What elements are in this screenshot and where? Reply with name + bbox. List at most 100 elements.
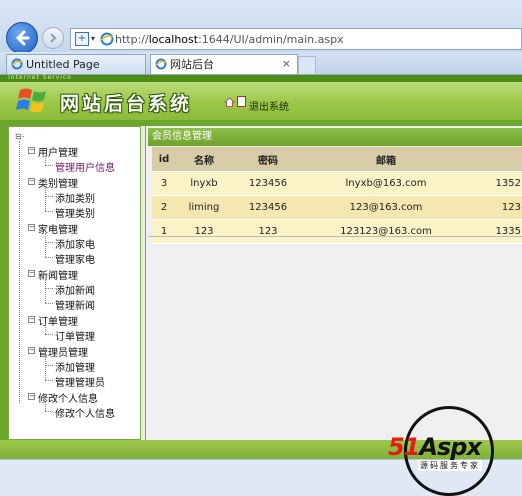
tree-line bbox=[45, 380, 53, 381]
column-header: 名称 bbox=[176, 147, 232, 172]
tree-line bbox=[45, 325, 46, 334]
tree-line bbox=[45, 356, 46, 380]
tree-item-edit-profile[interactable]: 修改个人信息 bbox=[55, 405, 115, 420]
cell-id: 2 bbox=[152, 195, 176, 220]
group-label: 新闻管理 bbox=[38, 271, 78, 282]
tree-item-manage-appliance[interactable]: 管理家电 bbox=[55, 251, 95, 266]
cell-password: 123 bbox=[232, 219, 304, 244]
column-header bbox=[468, 147, 522, 172]
forward-arrow-icon bbox=[50, 33, 57, 43]
watermark-brand-black: Aspx bbox=[419, 433, 482, 461]
ie-page-icon bbox=[11, 58, 23, 70]
tree-item-add-news[interactable]: 添加新闻 bbox=[55, 282, 95, 297]
tree-line bbox=[45, 402, 46, 411]
cell-name: 123 bbox=[176, 219, 232, 244]
group-label: 家电管理 bbox=[38, 225, 78, 236]
collapse-icon[interactable]: − bbox=[28, 224, 35, 231]
tab-label: Untitled Page bbox=[26, 58, 100, 71]
tab-label: 网站后台 bbox=[170, 58, 214, 71]
header-stripe bbox=[0, 75, 522, 82]
cell-phone: 1352 bbox=[468, 171, 522, 196]
tree-item-manage-category[interactable]: 管理类别 bbox=[55, 205, 95, 220]
cell-phone: 123 bbox=[468, 195, 522, 220]
exit-icon[interactable] bbox=[237, 96, 246, 107]
table-divider bbox=[148, 236, 522, 237]
site-title: 网站后台系统 bbox=[60, 93, 193, 115]
tree-line bbox=[45, 187, 46, 211]
table-row[interactable]: 3 lnyxb 123456 lnyxb@163.com 1352 bbox=[152, 171, 522, 196]
watermark-subtitle: 源码服务专家 bbox=[418, 460, 482, 471]
tree-line bbox=[45, 211, 53, 212]
cell-id: 1 bbox=[152, 219, 176, 244]
tree-line bbox=[19, 141, 20, 403]
group-label: 修改个人信息 bbox=[38, 394, 98, 405]
collapse-icon[interactable]: − bbox=[28, 316, 35, 323]
collapse-icon[interactable]: − bbox=[28, 270, 35, 277]
group-label: 订单管理 bbox=[38, 317, 78, 328]
home-icon[interactable] bbox=[224, 97, 235, 107]
cell-password: 123456 bbox=[232, 195, 304, 220]
tree-item-manage-admins[interactable]: 管理管理员 bbox=[55, 374, 105, 389]
column-header: id bbox=[152, 147, 176, 172]
address-bar[interactable]: + ▾ http://localhost:1644/UI/admin/main.… bbox=[70, 28, 522, 50]
panel-title: 会员信息管理 bbox=[152, 131, 212, 142]
tab-admin-backend[interactable]: 网站后台 × bbox=[150, 54, 298, 74]
new-tab-button[interactable] bbox=[298, 56, 316, 74]
cell-password: 123456 bbox=[232, 171, 304, 196]
tree-line bbox=[45, 303, 53, 304]
url-path: :1644/UI/admin/main.aspx bbox=[198, 33, 344, 46]
tree-line bbox=[45, 165, 53, 166]
ie-page-icon bbox=[155, 58, 167, 70]
panel-header: 会员信息管理 bbox=[148, 128, 522, 146]
collapse-icon[interactable]: − bbox=[28, 347, 35, 354]
column-header: 邮箱 bbox=[304, 147, 468, 172]
tree-item-manage-users[interactable]: 管理用户信息 bbox=[55, 159, 115, 174]
group-label: 用户管理 bbox=[38, 148, 78, 159]
tree-item-add-category[interactable]: 添加类别 bbox=[55, 190, 95, 205]
cell-name: liming bbox=[176, 195, 232, 220]
url-host: localhost bbox=[148, 33, 199, 46]
collapse-icon[interactable]: − bbox=[28, 147, 35, 154]
tab-untitled-page[interactable]: Untitled Page bbox=[6, 54, 146, 74]
tree-line bbox=[45, 196, 53, 197]
back-button[interactable] bbox=[6, 22, 38, 54]
compat-view-icon[interactable]: + bbox=[75, 32, 89, 46]
ie-page-icon bbox=[100, 32, 114, 46]
sidebar-tree: ⊟- − 用户管理 管理用户信息 − 类别管理 添加类别 管理类别 − 家电管理 添加… bbox=[8, 126, 141, 440]
watermark-brand-red: 51 bbox=[388, 433, 420, 461]
tree-line bbox=[45, 257, 53, 258]
tree-item-manage-orders[interactable]: 订单管理 bbox=[55, 328, 95, 343]
cell-email: 123123@163.com bbox=[304, 219, 468, 244]
url-prefix: http:// bbox=[115, 33, 149, 46]
cell-email: lnyxb@163.com bbox=[304, 171, 468, 196]
column-header: 密码 bbox=[232, 147, 304, 172]
watermark-logo: 51Aspx bbox=[388, 433, 482, 461]
collapse-icon[interactable]: − bbox=[28, 178, 35, 185]
tree-line bbox=[45, 411, 53, 412]
collapse-icon[interactable]: − bbox=[28, 393, 35, 400]
cell-email: 123@163.com bbox=[304, 195, 468, 220]
header-tagline: Internet Service bbox=[8, 74, 72, 81]
exit-system-link[interactable]: 退出系统 bbox=[249, 98, 289, 113]
cell-phone: 1335 bbox=[468, 219, 522, 244]
back-arrow-icon bbox=[16, 30, 30, 46]
tree-item-add-appliance[interactable]: 添加家电 bbox=[55, 236, 95, 251]
cell-id: 3 bbox=[152, 171, 176, 196]
table-row[interactable]: 2 liming 123456 123@163.com 123 bbox=[152, 195, 522, 220]
url-text[interactable]: http://localhost:1644/UI/admin/main.aspx bbox=[115, 33, 344, 46]
group-label: 类别管理 bbox=[38, 179, 78, 190]
chevron-down-icon[interactable]: ▾ bbox=[91, 34, 95, 43]
close-tab-icon[interactable]: × bbox=[282, 55, 291, 73]
tree-line bbox=[45, 334, 53, 335]
tree-line bbox=[45, 242, 53, 243]
tree-line bbox=[45, 233, 46, 257]
tree-item-add-admin[interactable]: 添加管理 bbox=[55, 359, 95, 374]
table-row[interactable]: 1 123 123 123123@163.com 1335 bbox=[152, 219, 522, 244]
tree-item-manage-news[interactable]: 管理新闻 bbox=[55, 297, 95, 312]
windows-logo-icon bbox=[16, 88, 46, 113]
forward-button[interactable] bbox=[42, 27, 64, 49]
member-table: id 名称 密码 邮箱 3 lnyxb 123456 lnyxb@163.com… bbox=[152, 147, 522, 244]
tree-root-toggle[interactable]: ⊟- bbox=[15, 132, 25, 141]
tree-line bbox=[45, 288, 53, 289]
table-header-row: id 名称 密码 邮箱 bbox=[152, 147, 522, 172]
